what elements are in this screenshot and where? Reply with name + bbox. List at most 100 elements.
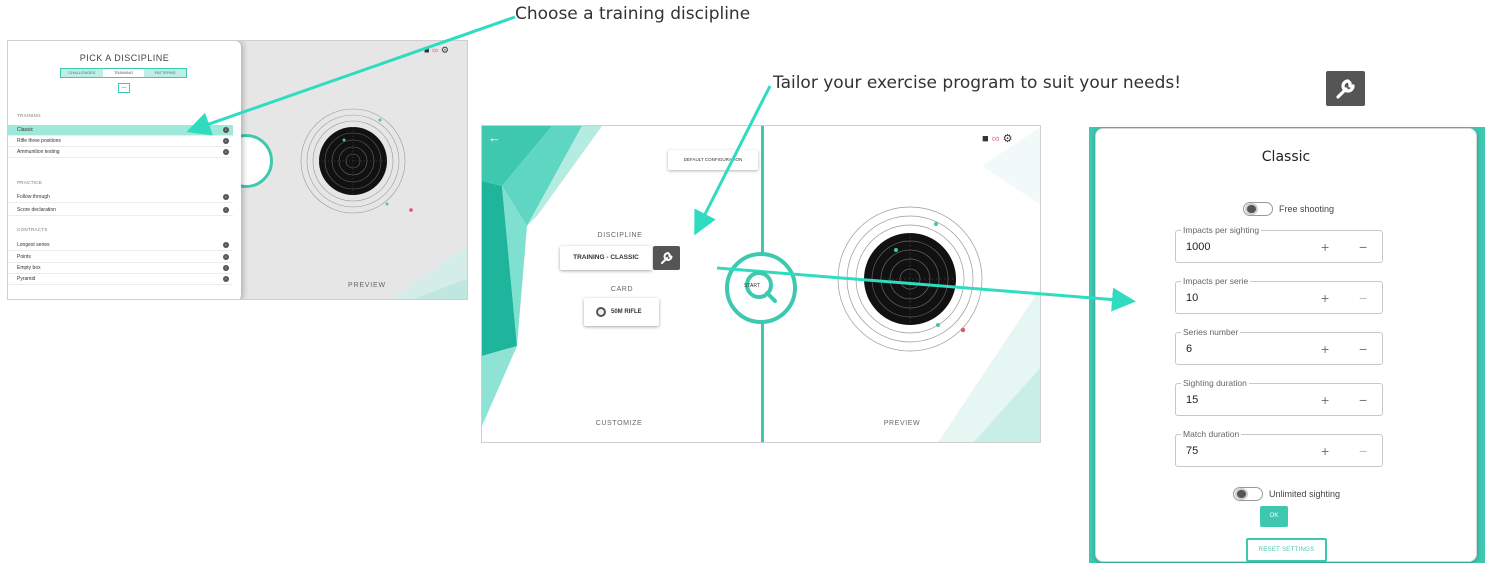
decrement-button[interactable]: − <box>1359 341 1367 357</box>
field-label: Series number <box>1181 327 1241 337</box>
lock-icon[interactable]: ■ <box>982 133 989 145</box>
free-shooting-toggle[interactable] <box>1243 202 1273 216</box>
list-item-label: Score declaration <box>17 207 56 213</box>
list-item-label: Ammunition testing <box>17 149 60 155</box>
card-button[interactable]: 50M RIFLE <box>584 298 659 326</box>
gear-icon[interactable]: ⚙ <box>1003 133 1013 145</box>
info-icon[interactable]: i <box>223 276 229 282</box>
classic-settings-dialog: Classic Free shooting Impacts per sighti… <box>1095 128 1477 562</box>
discipline-sheet: PICK A DISCIPLINE CHALLENGES TRAINING PA… <box>8 41 241 299</box>
list-item-ammunition-testing[interactable]: Ammunition testing i <box>8 147 233 158</box>
list-item-score-declaration[interactable]: Score declaration i <box>8 205 233 216</box>
increment-button[interactable]: + <box>1321 290 1329 306</box>
binoculars-icon[interactable]: ∞ <box>992 133 1000 145</box>
increment-button[interactable]: + <box>1321 392 1329 408</box>
info-icon[interactable]: i <box>223 265 229 271</box>
reset-settings-button[interactable]: RESET SETTINGS <box>1246 538 1327 562</box>
list-item-label: Rifle three positions <box>17 138 61 144</box>
shot-marker-red <box>960 327 966 333</box>
info-icon[interactable]: i <box>223 149 229 155</box>
toggle-knob <box>1235 488 1248 500</box>
info-icon[interactable]: i <box>223 254 229 260</box>
match-duration-field[interactable]: Match duration 75 + − <box>1175 429 1383 467</box>
wrench-icon <box>1336 79 1355 99</box>
field-label: Sighting duration <box>1181 378 1249 388</box>
discipline-tabs: CHALLENGES TRAINING PATTERNS <box>60 68 187 78</box>
gear-icon[interactable]: ⚙ <box>441 45 449 55</box>
discipline-label: DISCIPLINE <box>597 232 643 239</box>
free-shooting-label: Free shooting <box>1279 204 1335 214</box>
customize-screen: ← DEFAULT CONFIGURATION DISCIPLINE TRAIN… <box>481 125 1041 443</box>
field-value[interactable]: 10 <box>1186 292 1198 304</box>
card-label: CARD <box>610 286 634 293</box>
list-item-empty-box[interactable]: Empty box i <box>8 263 233 274</box>
field-value[interactable]: 6 <box>1186 343 1192 355</box>
list-item-points[interactable]: Points i <box>8 252 233 263</box>
list-item-label: Empty box <box>17 265 41 271</box>
list-item-label: Points <box>17 254 31 260</box>
decrement-button[interactable]: − <box>1359 392 1367 408</box>
card-value: 50M RIFLE <box>611 309 642 315</box>
impacts-per-serie-field[interactable]: Impacts per serie 10 + − <box>1175 276 1383 314</box>
list-item-label: Follow through <box>17 194 50 200</box>
field-value[interactable]: 15 <box>1186 394 1198 406</box>
info-icon[interactable]: i <box>223 127 229 133</box>
list-item-label: Classic <box>17 127 34 133</box>
collapse-button[interactable]: — <box>118 83 130 93</box>
info-icon[interactable]: i <box>223 138 229 144</box>
callout-choose-discipline: Choose a training discipline <box>515 4 751 24</box>
unlimited-sighting-label: Unlimited sighting <box>1269 489 1341 499</box>
list-item-longest-series[interactable]: Longest series i <box>8 240 233 251</box>
list-item-classic[interactable]: Classic i <box>8 125 233 136</box>
info-icon[interactable]: i <box>223 194 229 200</box>
decrement-button[interactable]: − <box>1359 290 1367 306</box>
list-item-label: Pyramid <box>17 276 36 282</box>
preview-area <box>239 41 467 299</box>
binoculars-icon[interactable]: ∞ <box>432 45 438 55</box>
lock-icon[interactable]: ■ <box>424 45 429 55</box>
increment-button[interactable]: + <box>1321 341 1329 357</box>
decrement-button[interactable]: − <box>1359 443 1367 459</box>
toggle-knob <box>1245 203 1258 215</box>
decrement-button[interactable]: − <box>1359 239 1367 255</box>
wrench-badge <box>1326 71 1365 106</box>
info-icon[interactable]: i <box>223 207 229 213</box>
top-toolbar: ■ ∞ ⚙ <box>982 132 1013 145</box>
dialog-title: Classic <box>1261 149 1311 165</box>
start-label: START <box>744 283 760 289</box>
shot-marker-red <box>409 208 413 212</box>
top-toolbar: ■ ∞ ⚙ <box>424 45 449 56</box>
list-item-pyramid[interactable]: Pyramid i <box>8 274 233 285</box>
list-item-label: Longest series <box>17 242 50 248</box>
back-arrow-icon[interactable]: ← <box>488 130 501 145</box>
callout-tailor-program: Tailor your exercise program to suit you… <box>773 73 1182 93</box>
list-item-rifle-three-positions[interactable]: Rifle three positions i <box>8 136 233 147</box>
section-training: TRAINING <box>17 113 41 118</box>
ok-button[interactable]: OK <box>1260 506 1288 527</box>
customize-label: CUSTOMIZE <box>595 420 643 427</box>
field-value[interactable]: 1000 <box>1186 241 1210 253</box>
field-value[interactable]: 75 <box>1186 445 1198 457</box>
tab-patterns[interactable]: PATTERNS <box>144 69 187 77</box>
tab-training[interactable]: TRAINING <box>102 69 145 77</box>
sheet-title: PICK A DISCIPLINE <box>79 53 170 63</box>
unlimited-sighting-toggle[interactable] <box>1233 487 1263 501</box>
increment-button[interactable]: + <box>1321 443 1329 459</box>
info-icon[interactable]: i <box>223 242 229 248</box>
section-practice: PRACTICE <box>17 180 43 185</box>
target-icon <box>596 307 606 317</box>
tab-challenges[interactable]: CHALLENGES <box>61 69 103 77</box>
preview-label: PREVIEW <box>883 420 921 427</box>
target-preview <box>300 108 406 214</box>
discipline-picker-screen: ■ ∞ ⚙ PICK A DISCIPLINE CHALLENGES TRAIN… <box>7 40 468 300</box>
sighting-duration-field[interactable]: Sighting duration 15 + − <box>1175 378 1383 416</box>
series-number-field[interactable]: Series number 6 + − <box>1175 327 1383 365</box>
customize-discipline-button[interactable] <box>653 246 680 270</box>
discipline-button[interactable]: TRAINING - CLASSIC <box>560 246 652 270</box>
field-label: Impacts per serie <box>1181 276 1251 286</box>
preview-label: PREVIEW <box>348 282 386 289</box>
impacts-per-sighting-field[interactable]: Impacts per sighting 1000 + − <box>1175 225 1383 263</box>
list-item-follow-through[interactable]: Follow through i <box>8 192 233 203</box>
default-configuration-button[interactable]: DEFAULT CONFIGURATION <box>668 150 758 170</box>
increment-button[interactable]: + <box>1321 239 1329 255</box>
